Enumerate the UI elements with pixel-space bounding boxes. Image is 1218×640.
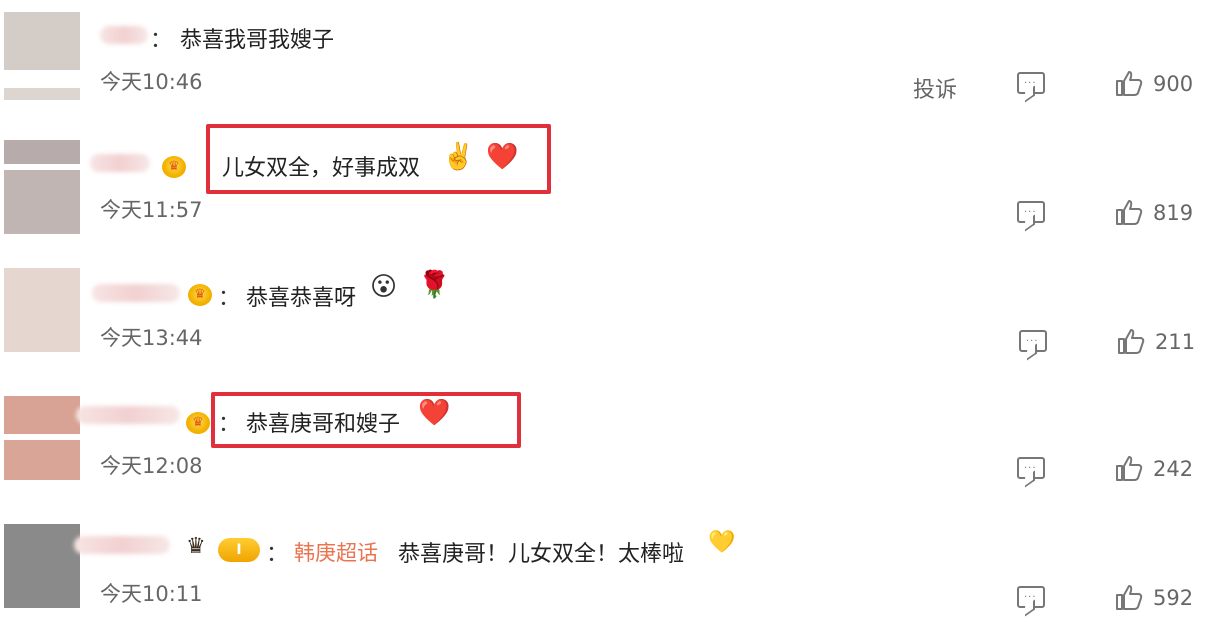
comment-text: 儿女双全，好事成双 <box>222 156 421 181</box>
comment-time: 今天12:08 <box>100 454 203 478</box>
comment-time: 今天13:44 <box>100 326 203 350</box>
colon: ： <box>218 286 241 311</box>
comment-icon[interactable]: ··· <box>1019 330 1047 352</box>
comment-time: 今天10:11 <box>100 582 203 606</box>
crown-icon: ♛ <box>188 284 212 306</box>
username[interactable] <box>92 284 180 302</box>
comment-time: 今天11:57 <box>100 198 203 222</box>
thumbs-up-icon[interactable] <box>1115 199 1143 225</box>
report-button[interactable]: 投诉 <box>913 72 957 104</box>
comment-icon[interactable]: ··· <box>1017 72 1045 94</box>
username[interactable] <box>76 406 180 424</box>
rose-icon: 🌹 <box>418 270 451 300</box>
surprised-face-icon: 😮 <box>370 272 398 302</box>
thumbs-up-icon[interactable] <box>1115 455 1143 481</box>
comment-item: ♛ ： 恭喜恭喜呀 😮 🌹 今天13:44 ··· 211 <box>0 256 1218 384</box>
comment-item: ♛ ： 恭喜庚哥和嫂子 ❤️ 今天12:08 ··· 242 <box>0 384 1218 512</box>
colon: ： <box>150 28 173 53</box>
like-count: 242 <box>1153 457 1194 481</box>
comment-item: ♛ I ： 韩庚超话 恭喜庚哥！儿女双全！太棒啦 💛 今天10:11 ··· 5… <box>0 512 1218 640</box>
comment-item: ： 恭喜我哥我嫂子 今天10:46 投诉 ··· 900 <box>0 0 1218 128</box>
colon: ： <box>266 542 289 567</box>
crown-icon: ♛ <box>186 534 206 559</box>
username[interactable] <box>74 536 170 554</box>
thumbs-up-icon[interactable] <box>1115 584 1143 610</box>
username[interactable] <box>100 26 148 44</box>
comment-icon[interactable]: ··· <box>1017 457 1045 479</box>
thumbs-up-icon[interactable] <box>1117 328 1145 354</box>
comment-icon[interactable]: ··· <box>1017 586 1045 608</box>
heart-icon: ❤️ <box>418 398 451 428</box>
like-count: 211 <box>1155 330 1196 354</box>
level-badge: I <box>218 538 260 562</box>
colon: ： <box>218 412 241 437</box>
comment-time: 今天10:46 <box>100 70 203 94</box>
victory-hand-icon: ✌️ <box>442 142 475 172</box>
heart-icon: ❤️ <box>486 142 519 172</box>
comment-text: 恭喜庚哥和嫂子 <box>246 412 401 437</box>
comment-text: 恭喜庚哥！儿女双全！太棒啦 <box>398 542 685 567</box>
username[interactable] <box>90 154 150 172</box>
like-count: 819 <box>1153 201 1194 225</box>
comment-text: 恭喜恭喜呀 <box>246 286 357 311</box>
like-count: 592 <box>1153 586 1194 610</box>
thumbs-up-icon[interactable] <box>1115 70 1143 96</box>
comment-icon[interactable]: ··· <box>1017 201 1045 223</box>
like-count: 900 <box>1153 72 1194 96</box>
crown-icon: ♛ <box>186 412 210 434</box>
comment-item: ♛ 儿女双全，好事成双 ✌️ ❤️ 今天11:57 ··· 819 <box>0 124 1218 256</box>
comment-text: 恭喜我哥我嫂子 <box>180 28 335 53</box>
crown-icon: ♛ <box>162 156 186 178</box>
topic-link[interactable]: 韩庚超话 <box>294 537 378 567</box>
yellow-heart-icon: 💛 <box>708 530 736 555</box>
